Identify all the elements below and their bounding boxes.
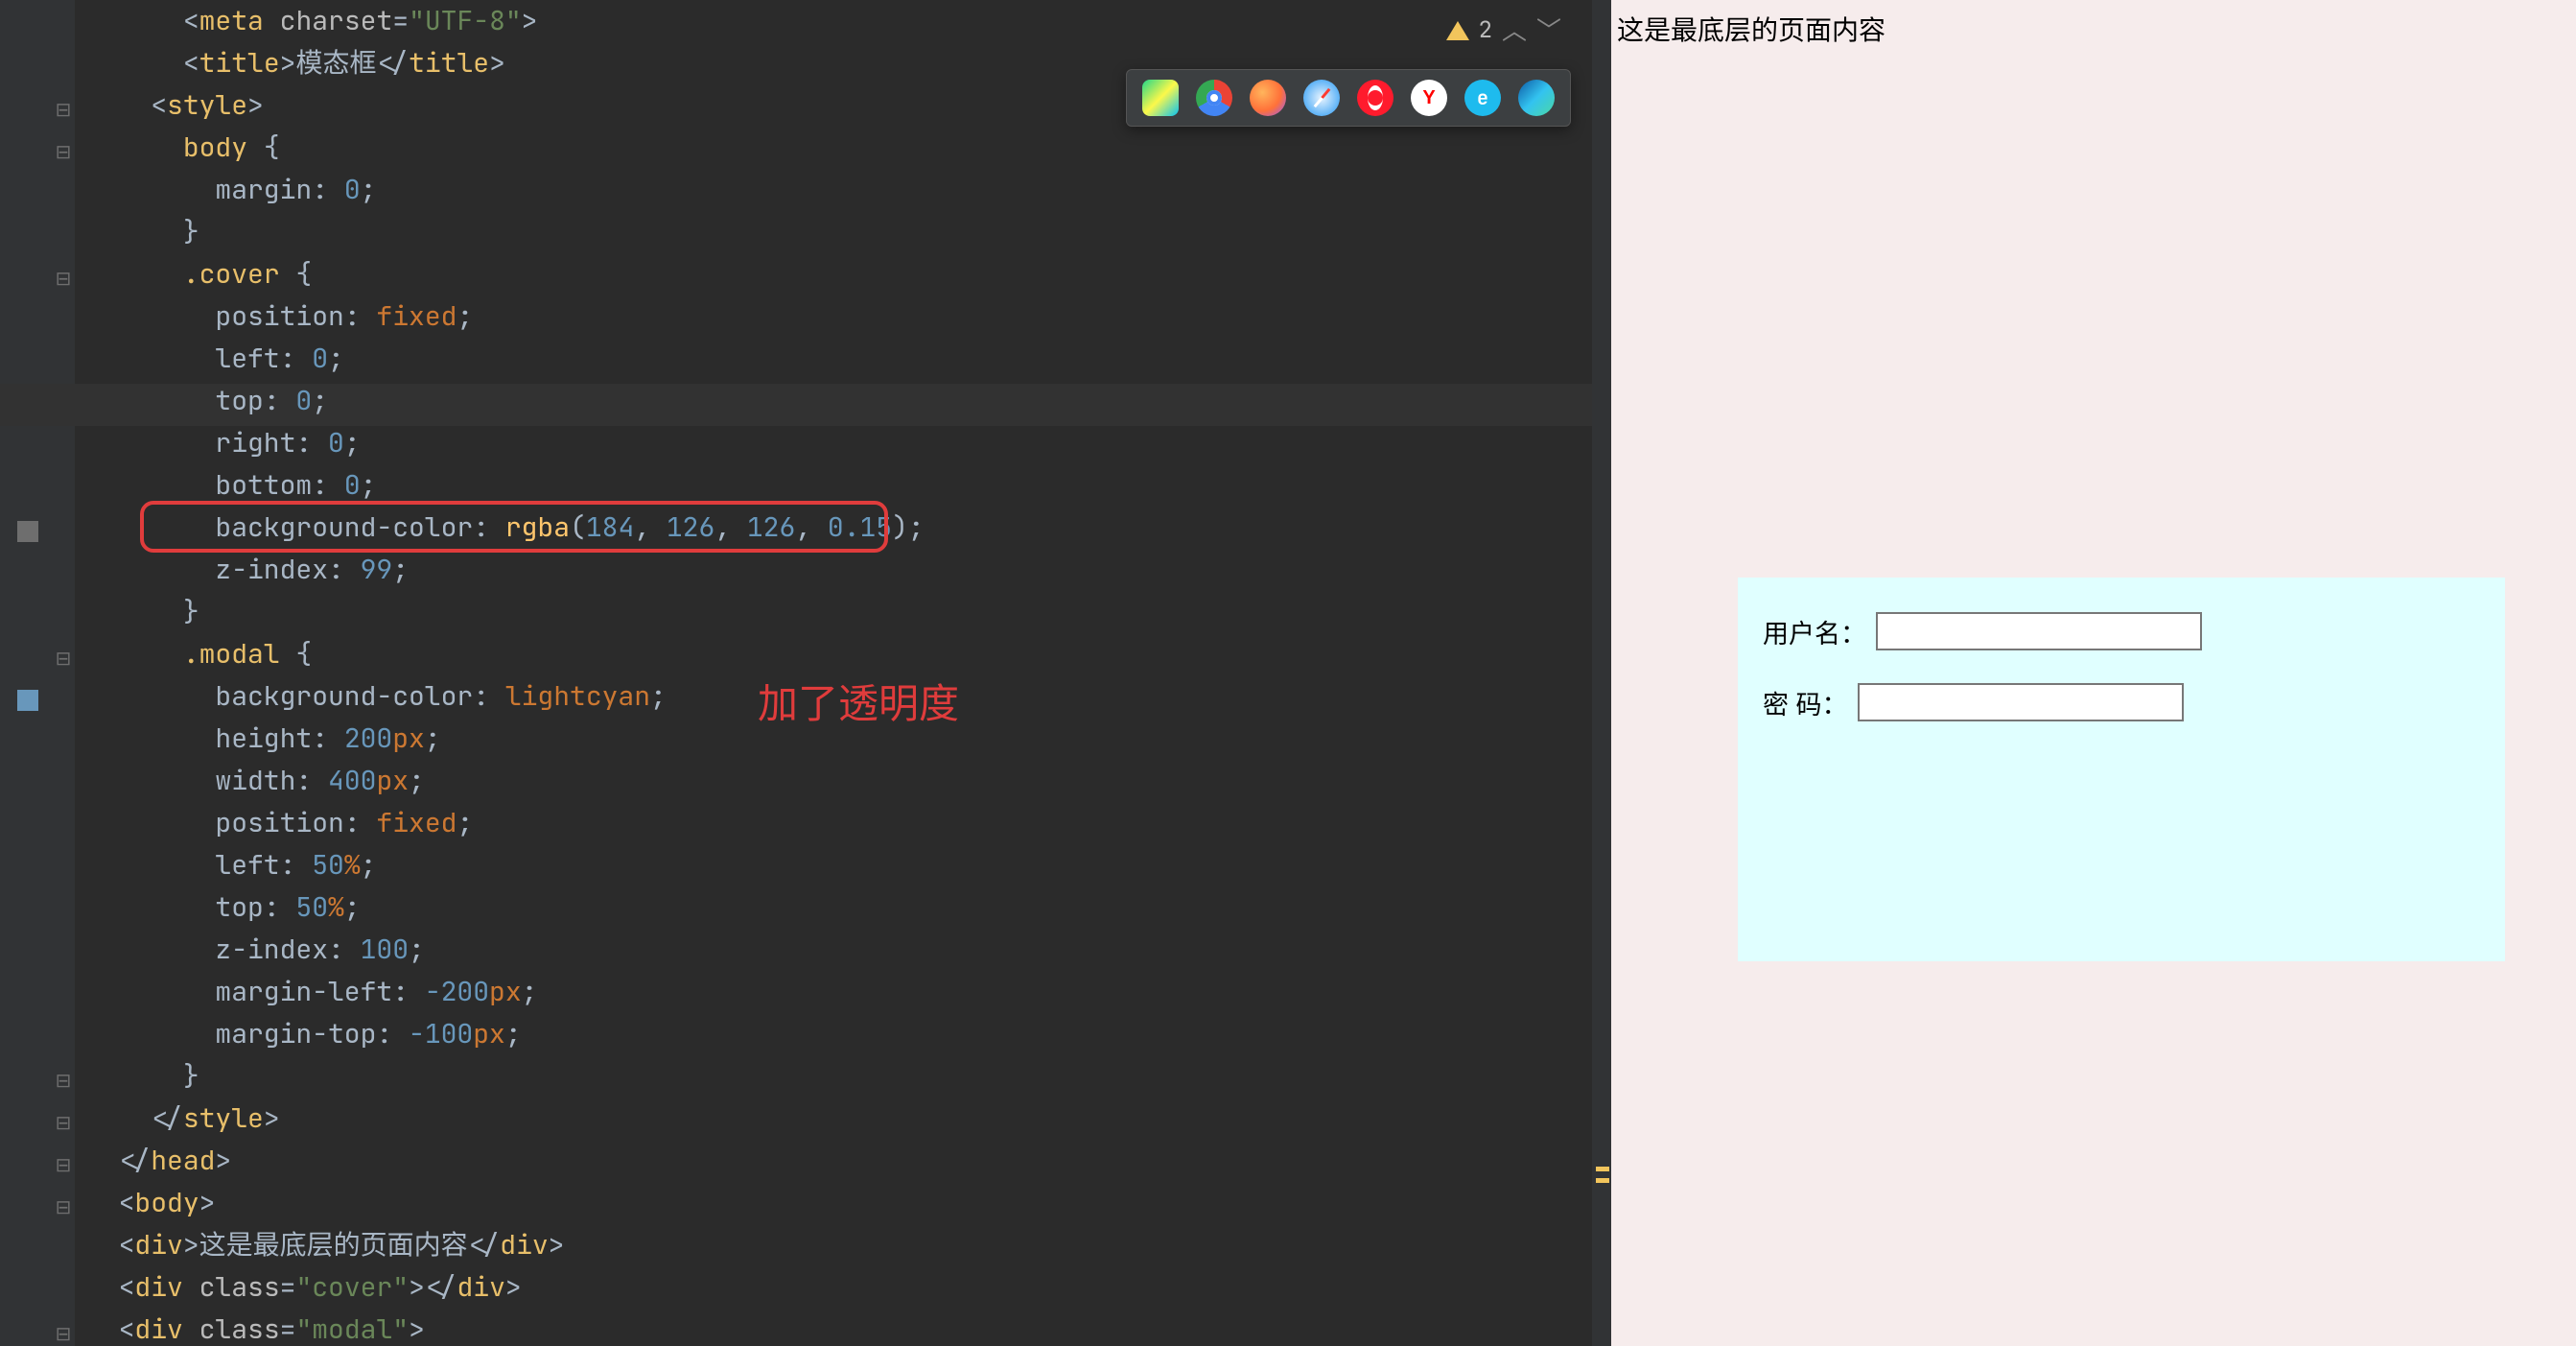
code-line[interactable]: } <box>86 211 1611 253</box>
fold-open-icon[interactable]: ⊟ <box>54 269 73 288</box>
code-line[interactable]: position: fixed; <box>86 802 1611 844</box>
code-line[interactable]: top: 50%; <box>86 886 1611 929</box>
fold-close-icon[interactable]: ⊟ <box>54 1155 73 1174</box>
warning-marker[interactable] <box>1596 1178 1609 1183</box>
password-row: 密 码： <box>1763 683 2480 721</box>
chrome-icon[interactable] <box>1196 80 1232 116</box>
code-editor-pane[interactable]: ⊟ ⊟ ⊟ ⊟ ⊟ ⊟ ⊟ ⊟ ⊟ <meta charset="UTF-8"> <title>… <box>0 0 1611 1346</box>
code-line[interactable]: } <box>86 1055 1611 1098</box>
warning-count: 2 <box>1479 10 1492 52</box>
code-line[interactable]: position: fixed; <box>86 295 1611 338</box>
edge-icon[interactable] <box>1518 80 1555 116</box>
code-line[interactable]: margin: 0; <box>86 169 1611 211</box>
fold-open-icon[interactable]: ⊟ <box>54 142 73 161</box>
code-line[interactable]: .cover { <box>86 253 1611 295</box>
gutter-color-swatch <box>17 521 38 542</box>
code-line[interactable]: <div>这是最底层的页面内容</div> <box>86 1224 1611 1266</box>
code-line[interactable]: <body> <box>86 1182 1611 1224</box>
code-line[interactable]: bottom: 0; <box>86 464 1611 507</box>
chevron-down-icon[interactable]: ﹀ <box>1536 10 1561 52</box>
marker-stripe[interactable] <box>1592 0 1611 1346</box>
code-line[interactable]: margin-top: -100px; <box>86 1013 1611 1055</box>
code-line[interactable]: </style> <box>86 1098 1611 1140</box>
code-line[interactable]: <div class="cover"></div> <box>86 1266 1611 1309</box>
username-row: 用户名： <box>1763 612 2480 650</box>
ie-icon[interactable]: e <box>1464 80 1501 116</box>
fold-open-icon[interactable]: ⊟ <box>54 1324 73 1343</box>
fold-close-icon[interactable]: ⊟ <box>54 1113 73 1132</box>
username-input[interactable] <box>1876 612 2202 650</box>
pycharm-icon[interactable] <box>1142 80 1179 116</box>
warning-icon <box>1446 21 1469 40</box>
warning-marker[interactable] <box>1596 1167 1609 1171</box>
code-line[interactable]: z-index: 99; <box>86 549 1611 591</box>
yandex-icon[interactable]: Y <box>1411 80 1447 116</box>
fold-open-icon[interactable]: ⊟ <box>54 1197 73 1216</box>
code-line[interactable]: } <box>86 591 1611 633</box>
code-line[interactable]: body { <box>86 127 1611 169</box>
code-line[interactable]: right: 0; <box>86 422 1611 464</box>
browser-preview-toolbar: Ye <box>1126 69 1571 127</box>
editor-gutter: ⊟ ⊟ ⊟ ⊟ ⊟ ⊟ ⊟ ⊟ ⊟ <box>0 0 75 1346</box>
username-label: 用户名： <box>1763 613 1866 650</box>
password-label: 密 码： <box>1763 684 1848 721</box>
fold-close-icon[interactable]: ⊟ <box>54 1071 73 1090</box>
code-line[interactable]: <div class="modal"> <box>86 1309 1611 1346</box>
code-line[interactable]: width: 400px; <box>86 760 1611 802</box>
code-line[interactable]: background-color: rgba(184, 126, 126, 0.… <box>86 507 1611 549</box>
fold-open-icon[interactable]: ⊟ <box>54 100 73 119</box>
firefox-icon[interactable] <box>1250 80 1286 116</box>
fold-open-icon[interactable]: ⊟ <box>54 649 73 668</box>
code-line[interactable]: left: 50%; <box>86 844 1611 886</box>
inspection-widget[interactable]: 2 ︿ ﹀ <box>1446 10 1561 52</box>
annotation-label: 加了透明度 <box>758 683 959 725</box>
chevron-up-icon[interactable]: ︿ <box>1502 10 1527 52</box>
gutter-color-swatch <box>17 690 38 711</box>
code-line[interactable]: margin-left: -200px; <box>86 971 1611 1013</box>
code-line[interactable]: top: 0; <box>86 380 1611 422</box>
code-line[interactable]: z-index: 100; <box>86 929 1611 971</box>
password-input[interactable] <box>1858 683 2184 721</box>
modal-dialog: 用户名： 密 码： <box>1738 578 2505 961</box>
code-line[interactable]: left: 0; <box>86 338 1611 380</box>
safari-icon[interactable] <box>1303 80 1340 116</box>
code-line[interactable]: </head> <box>86 1140 1611 1182</box>
rendered-preview-pane: 这是最底层的页面内容 用户名： 密 码： <box>1611 0 2576 1346</box>
code-line[interactable]: <meta charset="UTF-8"> <box>86 0 1611 42</box>
code-line[interactable]: .modal { <box>86 633 1611 675</box>
code-area[interactable]: <meta charset="UTF-8"> <title>模态框</title… <box>86 0 1611 1346</box>
background-page-text: 这是最底层的页面内容 <box>1617 10 1885 48</box>
opera-icon[interactable] <box>1357 80 1393 116</box>
